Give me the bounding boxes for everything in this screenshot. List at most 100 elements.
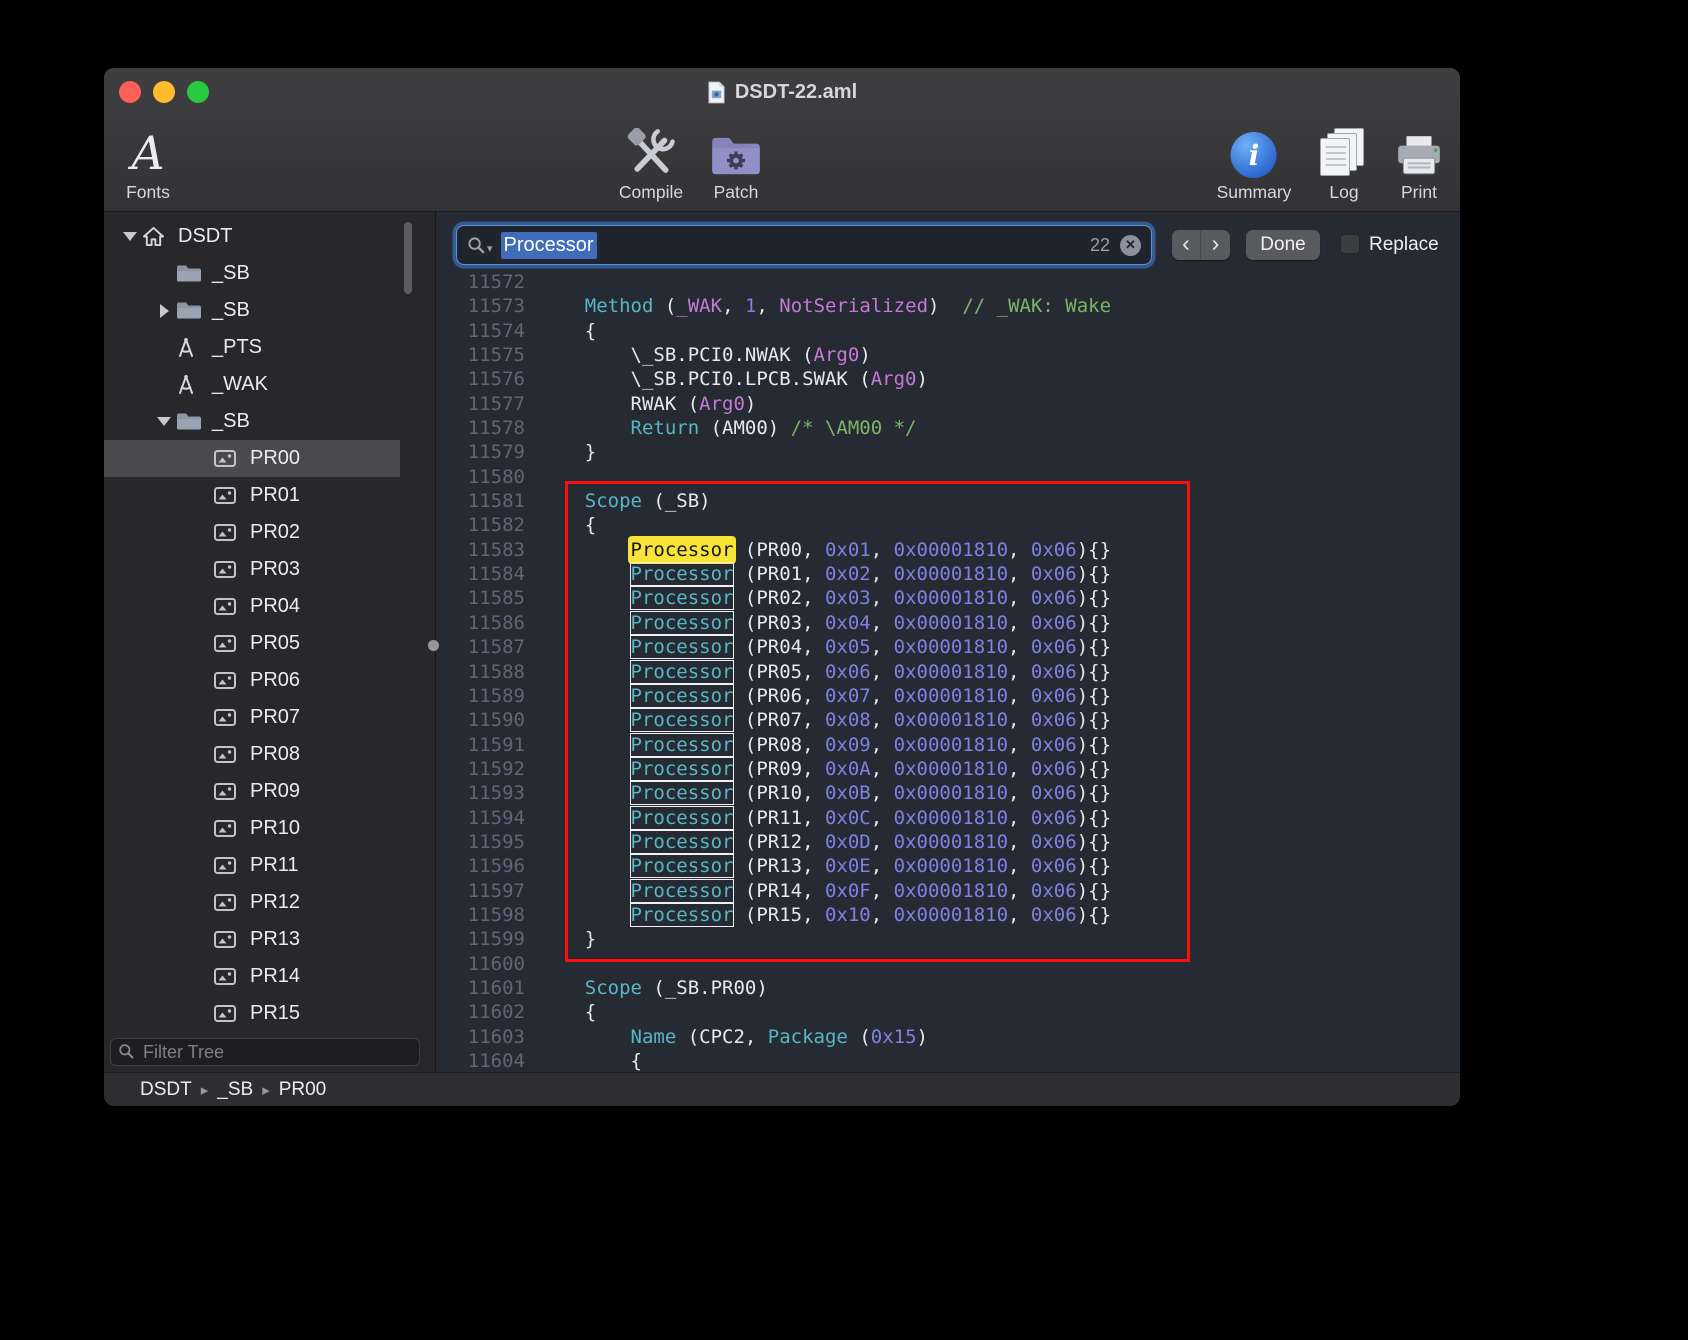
- fonts-label: Fonts: [126, 182, 170, 203]
- print-label: Print: [1401, 182, 1437, 203]
- search-match: Processor: [631, 904, 734, 926]
- sidebar-item-pr02[interactable]: PR02: [104, 514, 400, 551]
- sidebar-item-_pts[interactable]: _PTS: [104, 329, 400, 366]
- code-lines[interactable]: 1157211573 Method (_WAK, 1, NotSerialize…: [437, 270, 1460, 1072]
- sidebar-item-dsdt[interactable]: DSDT: [104, 218, 400, 255]
- code-line[interactable]: 11598 Processor (PR15, 0x10, 0x00001810,…: [437, 903, 1460, 927]
- sidebar-item-pr06[interactable]: PR06: [104, 662, 400, 699]
- log-button[interactable]: Log: [1318, 120, 1370, 203]
- code-line[interactable]: 11583 Processor (PR00, 0x01, 0x00001810,…: [437, 538, 1460, 562]
- sidebar-item-pr04[interactable]: PR04: [104, 588, 400, 625]
- sidebar-item-pr15[interactable]: PR15: [104, 995, 400, 1032]
- sidebar-item-_sb[interactable]: _SB: [104, 255, 400, 292]
- code-text: Processor (PR03, 0x04, 0x00001810, 0x06)…: [525, 611, 1111, 635]
- done-button[interactable]: Done: [1246, 230, 1320, 260]
- next-match-button[interactable]: ›: [1201, 230, 1230, 260]
- code-line[interactable]: 11581 Scope (_SB): [437, 489, 1460, 513]
- code-line[interactable]: 11603 Name (CPC2, Package (0x15): [437, 1025, 1460, 1049]
- code-line[interactable]: 11577 RWAK (Arg0): [437, 392, 1460, 416]
- code-token: ,: [1008, 685, 1031, 707]
- sidebar-item-pr00[interactable]: PR00: [104, 440, 400, 477]
- code-line[interactable]: 11587 Processor (PR04, 0x05, 0x00001810,…: [437, 635, 1460, 659]
- disclosure-right-icon[interactable]: [152, 304, 176, 318]
- code-line[interactable]: 11572: [437, 270, 1460, 294]
- sidebar-item-pr12[interactable]: PR12: [104, 884, 400, 921]
- code-line[interactable]: 11579 }: [437, 440, 1460, 464]
- sidebar-item-pr13[interactable]: PR13: [104, 921, 400, 958]
- sidebar-item-pr07[interactable]: PR07: [104, 699, 400, 736]
- code-line[interactable]: 11592 Processor (PR09, 0x0A, 0x00001810,…: [437, 757, 1460, 781]
- print-button[interactable]: Print: [1394, 120, 1444, 203]
- code-line[interactable]: 11578 Return (AM00) /* \AM00 */: [437, 416, 1460, 440]
- search-match: Processor: [631, 831, 734, 853]
- code-token: ,: [871, 807, 894, 829]
- code-line[interactable]: 11602 {: [437, 1000, 1460, 1024]
- sidebar-item-pr01[interactable]: PR01: [104, 477, 400, 514]
- code-token: ){}: [1077, 855, 1111, 877]
- code-line[interactable]: 11591 Processor (PR08, 0x09, 0x00001810,…: [437, 733, 1460, 757]
- code-line[interactable]: 11573 Method (_WAK, 1, NotSerialized) //…: [437, 294, 1460, 318]
- breadcrumb-item[interactable]: DSDT: [140, 1079, 192, 1101]
- search-icon[interactable]: ▾: [467, 236, 493, 255]
- code-line[interactable]: 11593 Processor (PR10, 0x0B, 0x00001810,…: [437, 781, 1460, 805]
- code-line[interactable]: 11596 Processor (PR13, 0x0E, 0x00001810,…: [437, 854, 1460, 878]
- sidebar-item-pr11[interactable]: PR11: [104, 847, 400, 884]
- code-line[interactable]: 11595 Processor (PR12, 0x0D, 0x00001810,…: [437, 830, 1460, 854]
- filter-tree-input[interactable]: [110, 1038, 420, 1066]
- code-line[interactable]: 11576 \_SB.PCI0.LPCB.SWAK (Arg0): [437, 367, 1460, 391]
- code-line[interactable]: 11601 Scope (_SB.PR00): [437, 976, 1460, 1000]
- code-line[interactable]: 11600: [437, 952, 1460, 976]
- code-token: Name: [631, 1026, 677, 1048]
- code-token: 0x00001810: [894, 734, 1008, 756]
- code-line[interactable]: 11588 Processor (PR05, 0x06, 0x00001810,…: [437, 660, 1460, 684]
- sidebar-item-_sb[interactable]: _SB: [104, 403, 400, 440]
- sidebar-item-pr10[interactable]: PR10: [104, 810, 400, 847]
- previous-match-button[interactable]: ‹: [1172, 230, 1201, 260]
- code-line[interactable]: 11599 }: [437, 927, 1460, 951]
- code-line[interactable]: 11585 Processor (PR02, 0x03, 0x00001810,…: [437, 586, 1460, 610]
- sidebar-scrollbar[interactable]: [404, 222, 412, 294]
- code-token: 0x04: [825, 612, 871, 634]
- code-line[interactable]: 11597 Processor (PR14, 0x0F, 0x00001810,…: [437, 879, 1460, 903]
- code-line[interactable]: 11589 Processor (PR06, 0x07, 0x00001810,…: [437, 684, 1460, 708]
- patch-button[interactable]: Patch: [710, 120, 762, 203]
- splitter-handle[interactable]: [427, 639, 440, 652]
- compile-button[interactable]: Compile: [619, 120, 683, 203]
- sidebar-item-pr03[interactable]: PR03: [104, 551, 400, 588]
- sidebar-item-pr14[interactable]: PR14: [104, 958, 400, 995]
- code-line[interactable]: 11586 Processor (PR03, 0x04, 0x00001810,…: [437, 611, 1460, 635]
- code-line[interactable]: 11590 Processor (PR07, 0x08, 0x00001810,…: [437, 708, 1460, 732]
- sidebar-item-pr08[interactable]: PR08: [104, 736, 400, 773]
- code-line[interactable]: 11604 {: [437, 1049, 1460, 1072]
- breadcrumb-item[interactable]: _SB: [217, 1079, 253, 1101]
- code-line[interactable]: 11574 {: [437, 319, 1460, 343]
- find-input[interactable]: ▾ Processor 22 ✕: [456, 225, 1152, 265]
- code-token: ,: [871, 661, 894, 683]
- disclosure-down-icon[interactable]: [152, 417, 176, 426]
- fonts-button[interactable]: A Fonts: [126, 120, 170, 203]
- tree-item-label: _SB: [212, 262, 250, 285]
- sidebar-item-_sb[interactable]: _SB: [104, 292, 400, 329]
- clear-search-icon[interactable]: ✕: [1120, 235, 1141, 256]
- breadcrumb-item[interactable]: PR00: [279, 1079, 327, 1101]
- code-line[interactable]: 11575 \_SB.PCI0.NWAK (Arg0): [437, 343, 1460, 367]
- code-token: [539, 831, 631, 853]
- code-token: [539, 1026, 631, 1048]
- search-match: Processor: [631, 636, 734, 658]
- sidebar-item-pr05[interactable]: PR05: [104, 625, 400, 662]
- code-line[interactable]: 11582 {: [437, 513, 1460, 537]
- processor-icon: [214, 598, 246, 615]
- sidebar-item-_wak[interactable]: _WAK: [104, 366, 400, 403]
- code-token: 0x00001810: [894, 758, 1008, 780]
- code-token: 0x0E: [825, 855, 871, 877]
- code-line[interactable]: 11580: [437, 465, 1460, 489]
- replace-checkbox[interactable]: [1340, 234, 1360, 254]
- code-token: 0x06: [1031, 734, 1077, 756]
- disclosure-down-icon[interactable]: [118, 232, 142, 241]
- code-line[interactable]: 11584 Processor (PR01, 0x02, 0x00001810,…: [437, 562, 1460, 586]
- sidebar-item-pr09[interactable]: PR09: [104, 773, 400, 810]
- summary-button[interactable]: i Summary: [1217, 120, 1292, 203]
- search-menu-chevron-icon[interactable]: ▾: [487, 242, 493, 255]
- titlebar[interactable]: DSDT-22.aml: [104, 68, 1460, 116]
- code-line[interactable]: 11594 Processor (PR11, 0x0C, 0x00001810,…: [437, 806, 1460, 830]
